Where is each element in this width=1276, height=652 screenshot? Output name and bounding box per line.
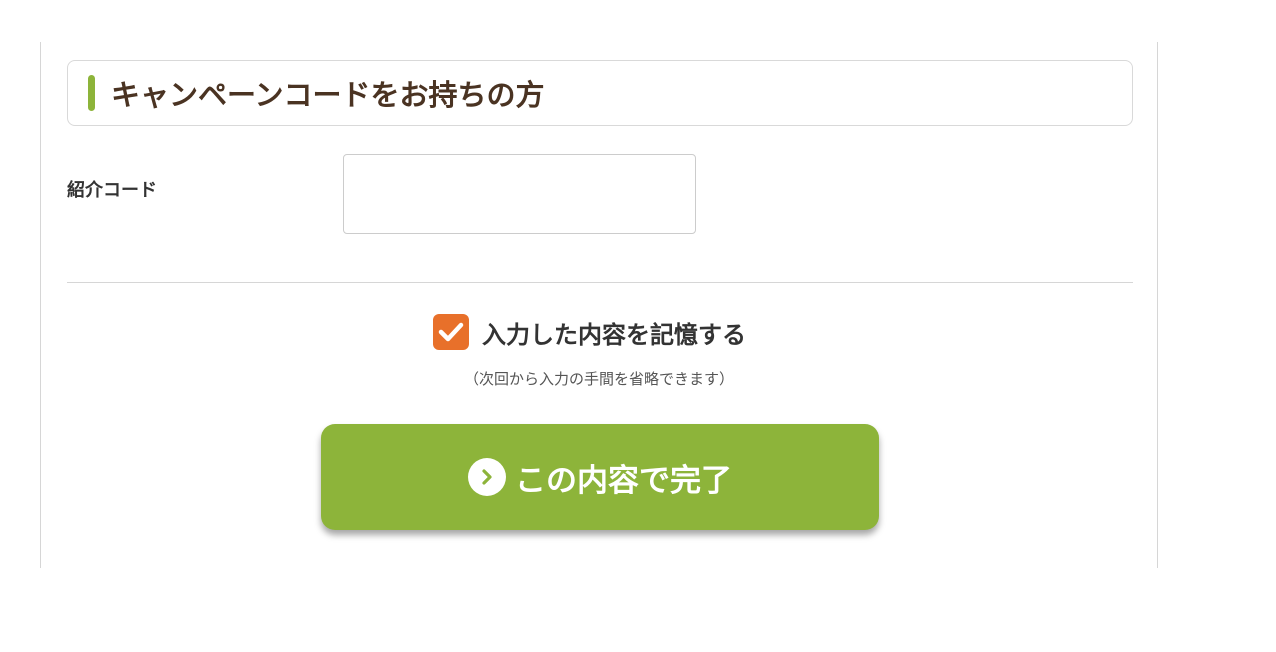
complete-button[interactable]: この内容で完了 <box>321 424 879 530</box>
remember-checkbox[interactable] <box>433 314 469 350</box>
section-divider <box>67 282 1133 283</box>
remember-note: （次回から入力の手間を省略できます） <box>463 370 734 388</box>
form-panel: キャンペーンコードをお持ちの方 紹介コード 入力した内容を記憶する （次回から入… <box>40 42 1158 568</box>
section-title: キャンペーンコードをお持ちの方 <box>111 78 545 112</box>
remember-label: 入力した内容を記憶する <box>482 320 746 349</box>
section-header-accent-bar <box>88 75 95 111</box>
referral-code-label: 紹介コード <box>67 180 157 201</box>
section-header: キャンペーンコードをお持ちの方 <box>67 60 1133 126</box>
remember-checkbox-row[interactable]: 入力した内容を記憶する <box>433 314 746 350</box>
complete-button-label: この内容で完了 <box>515 462 732 498</box>
checkmark-icon <box>438 322 464 342</box>
referral-code-input[interactable] <box>343 154 696 234</box>
chevron-right-circle-icon <box>468 458 506 496</box>
